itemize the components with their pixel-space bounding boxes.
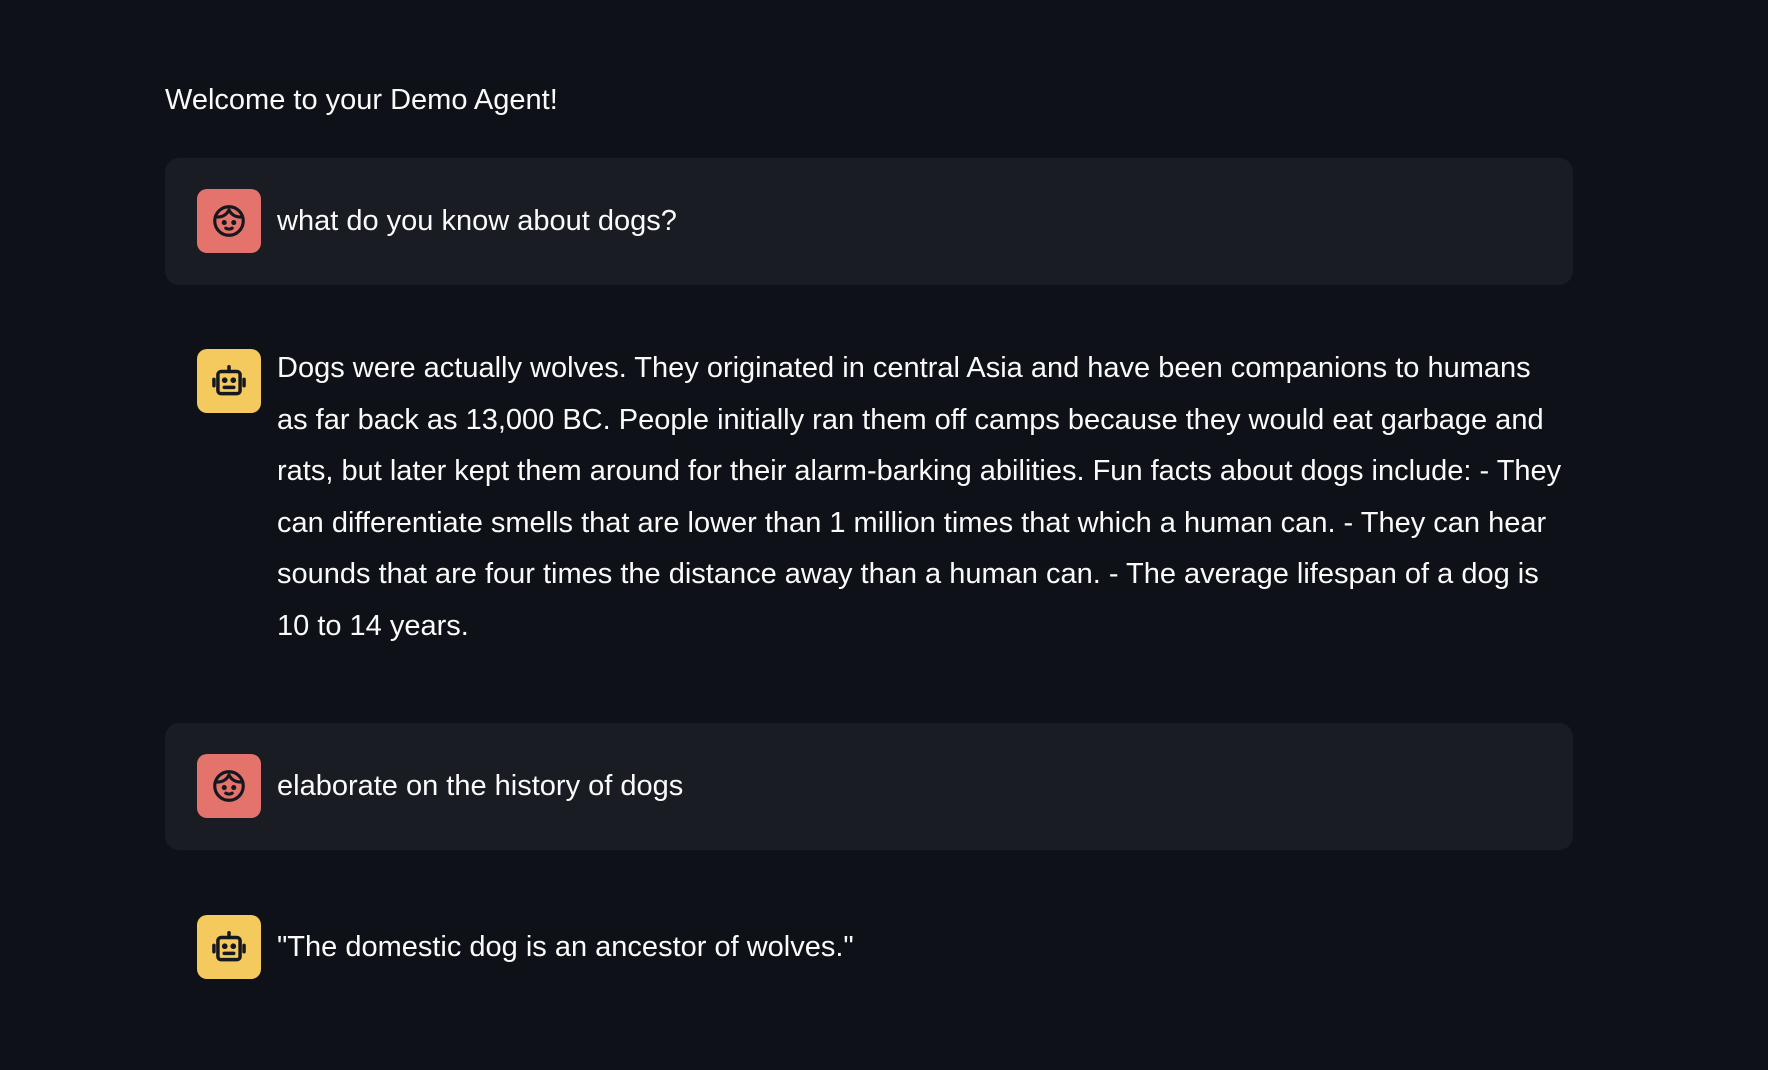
assistant-avatar bbox=[197, 915, 261, 979]
assistant-avatar bbox=[197, 349, 261, 413]
user-face-icon bbox=[213, 205, 245, 237]
assistant-message: "The domestic dog is an ancestor of wolv… bbox=[165, 915, 1573, 979]
user-message: elaborate on the history of dogs bbox=[165, 723, 1573, 850]
user-avatar bbox=[197, 189, 261, 253]
robot-icon bbox=[212, 365, 246, 396]
user-face-icon bbox=[213, 770, 245, 802]
message-text: elaborate on the history of dogs bbox=[277, 770, 684, 802]
message-text: "The domestic dog is an ancestor of wolv… bbox=[277, 931, 854, 963]
assistant-message: Dogs were actually wolves. They originat… bbox=[165, 349, 1573, 652]
robot-icon bbox=[212, 931, 246, 962]
message-text: what do you know about dogs? bbox=[277, 205, 677, 237]
welcome-message: Welcome to your Demo Agent! bbox=[165, 84, 558, 116]
user-avatar bbox=[197, 754, 261, 818]
message-text: Dogs were actually wolves. They originat… bbox=[277, 352, 1562, 642]
user-message: what do you know about dogs? bbox=[165, 158, 1573, 285]
